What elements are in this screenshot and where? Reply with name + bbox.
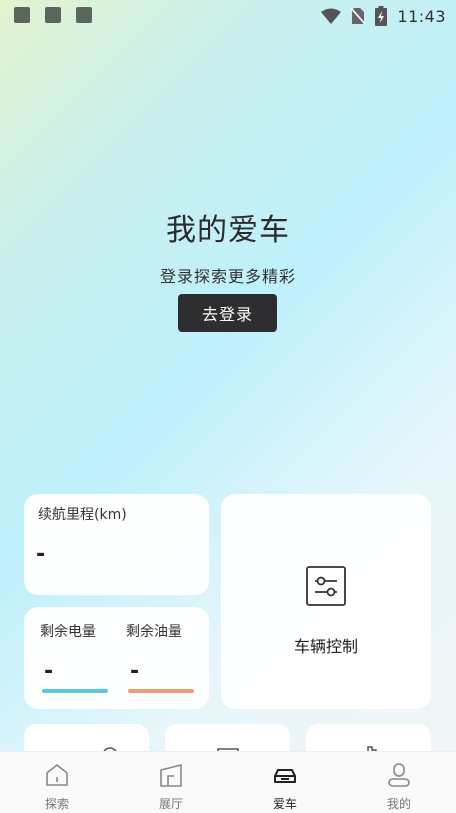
notification-icon — [76, 7, 92, 23]
page-subtitle: 登录探索更多精彩 — [159, 267, 296, 286]
tab-label: 探索 — [44, 797, 69, 811]
energy-card[interactable]: 剩余电量 - 剩余油量 - — [24, 607, 209, 709]
wifi-icon — [321, 8, 342, 24]
fuel-bar — [128, 689, 194, 693]
vehicle-control-label: 车辆控制 — [293, 637, 358, 656]
notification-icon — [14, 7, 30, 23]
battery-section: 剩余电量 - — [40, 621, 108, 693]
tab-my-car[interactable]: 爱车 — [228, 752, 342, 813]
vehicle-control-icon — [306, 566, 346, 606]
fuel-label: 剩余油量 — [126, 624, 182, 640]
fuel-value: - — [130, 659, 140, 684]
range-label: 续航里程(km) — [38, 507, 127, 523]
status-bar: 11:43 — [0, 0, 456, 32]
tab-explore[interactable]: 探索 — [0, 752, 114, 813]
tab-showroom[interactable]: 展厅 — [114, 752, 228, 813]
range-card[interactable]: 续航里程(km) - — [24, 494, 209, 595]
login-button[interactable]: 去登录 — [178, 294, 277, 332]
battery-label: 剩余电量 — [40, 624, 96, 640]
tab-label: 我的 — [386, 797, 411, 811]
battery-value: - — [44, 659, 54, 684]
car-icon — [274, 769, 296, 783]
no-sim-icon — [351, 7, 366, 25]
vehicle-control-card[interactable]: 车辆控制 — [221, 494, 431, 709]
range-value: - — [36, 542, 46, 567]
hero-section: 我的爱车 登录探索更多精彩 — [0, 205, 456, 287]
home-icon — [46, 764, 68, 786]
bottom-tab-bar: 探索 展厅 爱车 我的 — [0, 751, 456, 813]
page-title: 我的爱车 — [166, 213, 290, 248]
tab-profile[interactable]: 我的 — [342, 752, 456, 813]
fuel-section: 剩余油量 - — [126, 621, 194, 693]
battery-icon — [375, 6, 388, 26]
profile-icon — [388, 763, 410, 787]
tab-label: 展厅 — [158, 797, 183, 811]
notification-icon — [45, 7, 61, 23]
showroom-icon — [160, 764, 182, 787]
battery-bar — [42, 689, 108, 693]
tab-label: 爱车 — [272, 797, 297, 811]
clock: 11:43 — [397, 6, 446, 26]
